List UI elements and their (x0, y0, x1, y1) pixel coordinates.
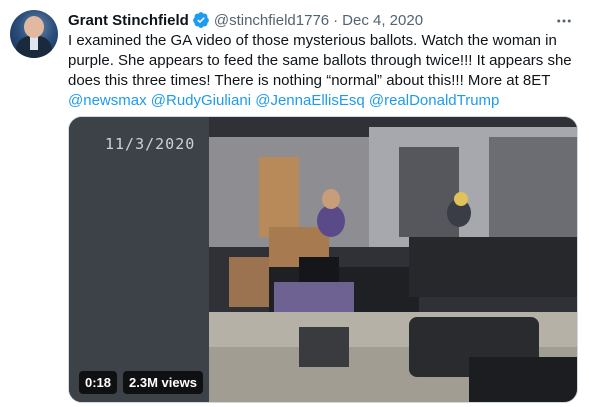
tweet-text-line: purple. She appears to feed the same bal… (68, 52, 572, 69)
tweet-header: Grant Stinchfield @stinchfield1776 · Dec… (68, 10, 423, 30)
video-views: 2.3M views (123, 371, 203, 394)
mention-link[interactable]: @JennaEllisEsq (255, 92, 364, 109)
mention-link[interactable]: @newsmax (68, 92, 147, 109)
more-options-icon[interactable] (553, 10, 575, 32)
tweet-text: I examined the GA video of those mysteri… (68, 31, 572, 111)
mention-link[interactable]: @realDonaldTrump (369, 92, 500, 109)
tweet-text-line: I examined the GA video of those mysteri… (68, 32, 557, 49)
tweet-text-line: does this three times! There is nothing … (68, 72, 551, 89)
mention-link[interactable]: @RudyGiuliani (151, 92, 251, 109)
author-handle[interactable]: @stinchfield1776 (214, 12, 329, 29)
avatar-head (24, 16, 44, 38)
avatar-shirt (30, 36, 38, 50)
author-name[interactable]: Grant Stinchfield (68, 12, 189, 29)
video-player[interactable]: 11/3/2020 0:18 2.3M views (68, 116, 578, 403)
video-frame (69, 117, 577, 402)
tweet-card[interactable]: Grant Stinchfield @stinchfield1776 · Dec… (0, 0, 589, 407)
video-info-overlay: 0:18 2.3M views (79, 371, 203, 394)
video-timestamp-overlay: 11/3/2020 (105, 135, 196, 153)
video-duration: 0:18 (79, 371, 118, 394)
verified-badge-icon (192, 11, 210, 29)
tweet-date[interactable]: Dec 4, 2020 (342, 12, 423, 29)
mentions-line: @newsmax @RudyGiuliani @JennaEllisEsq @r… (68, 91, 568, 111)
avatar[interactable] (10, 10, 58, 58)
separator-dot: · (333, 11, 339, 29)
